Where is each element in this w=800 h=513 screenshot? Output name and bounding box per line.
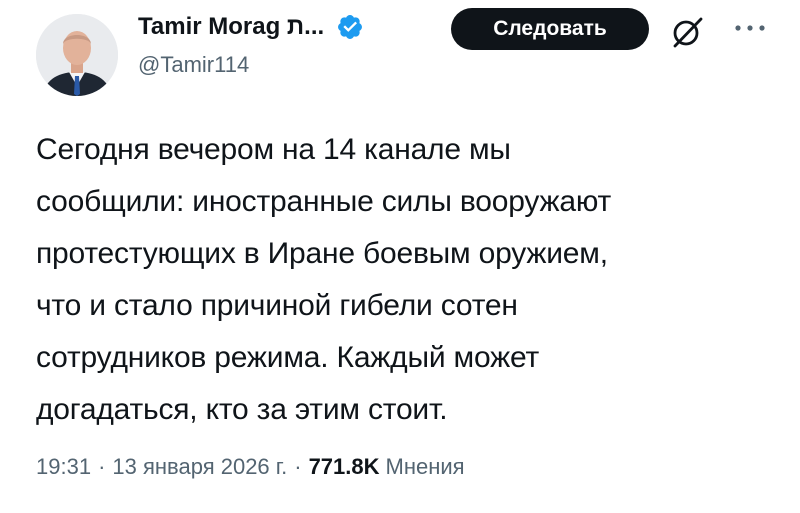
grok-slash-icon[interactable] [668,12,708,52]
views-label: Мнения [385,454,465,479]
tweet-text-line: сотрудников режима. Каждый может [36,341,539,374]
tweet-time[interactable]: 19:31 [36,454,91,480]
tweet-meta: 19:31 · 13 января 2026 г. · 771.8K Мнени… [36,454,465,480]
meta-separator: · [98,454,106,479]
tweet-text-line: сообщили: иностранные силы вооружают [36,185,612,218]
author-display-name[interactable]: Tamir Morag ת... [138,13,324,41]
verified-badge-icon [338,15,363,39]
avatar[interactable] [36,14,118,96]
tweet-text-line: что и стало причиной гибели сотен [36,289,518,322]
tweet-date[interactable]: 13 января 2026 г. [112,454,287,480]
author-handle[interactable]: @Tamir114 [138,52,249,78]
more-dots-icon[interactable] [730,18,770,38]
follow-button[interactable]: Следовать [451,8,649,50]
avatar-photo [36,14,118,96]
views-count: 771.8K [308,454,380,479]
tweet-text-line: догадаться, кто за этим стоит. [36,393,448,426]
tweet-text-line: протестующих в Иране боевым оружием, [36,237,608,270]
tweet-text-line: Сегодня вечером на 14 канале мы [36,133,511,166]
tweet-text: Сегодня вечером на 14 канале мы сообщили… [36,124,776,436]
tweet: Tamir Morag ת... @Tamir114 Следовать Сег… [0,0,800,513]
meta-separator: · [294,454,302,479]
author-name-row: Tamir Morag ת... [138,10,364,44]
